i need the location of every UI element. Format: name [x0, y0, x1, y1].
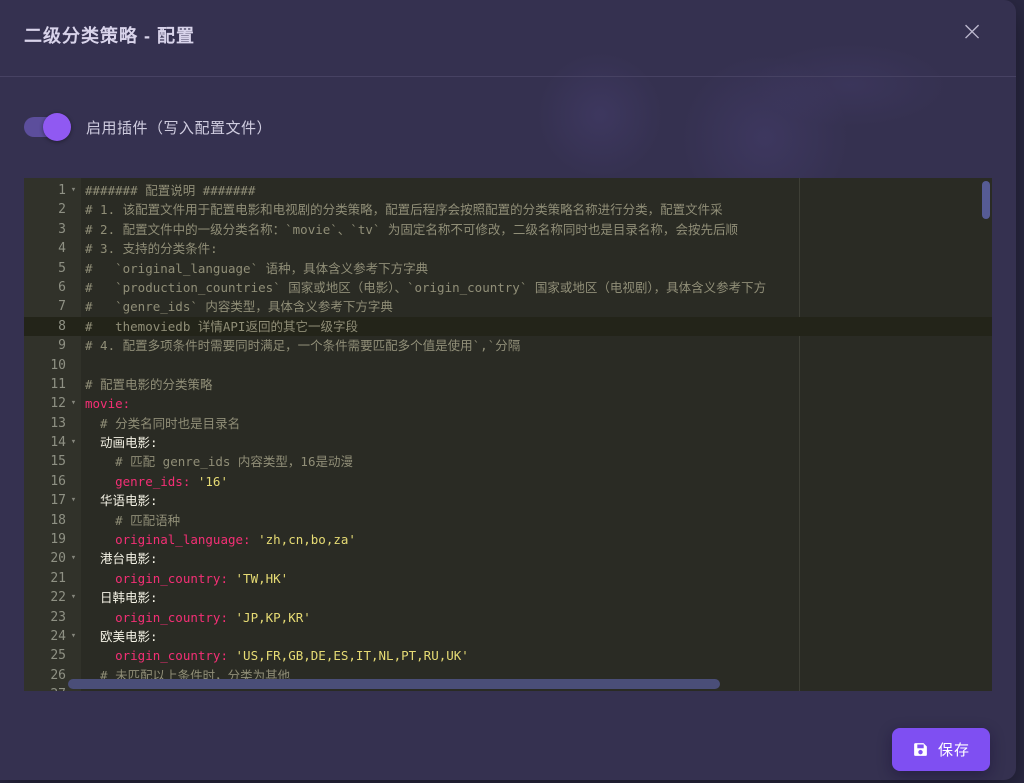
line-number: 2 [58, 202, 66, 218]
line-number: 19 [50, 532, 66, 548]
code-line[interactable]: 21 origin_country: 'TW,HK' [24, 569, 992, 588]
line-number: 23 [50, 609, 66, 625]
fold-toggle-icon[interactable]: ▾ [66, 549, 81, 568]
code-line[interactable]: 7 # `genre_ids` 内容类型，具体含义参考下方字典 [24, 297, 992, 316]
line-code: # `genre_ids` 内容类型，具体含义参考下方字典 [85, 299, 393, 315]
line-number: 5 [58, 260, 66, 276]
line-code: 港台电影: [85, 551, 158, 567]
save-button-label: 保存 [937, 742, 970, 759]
fold-toggle-icon[interactable]: ▾ [66, 491, 81, 510]
dialog-header: 二级分类策略 - 配置 × [0, 0, 1016, 77]
line-number: 11 [50, 376, 66, 392]
line-code: 动画电影: [85, 435, 158, 451]
code-line[interactable]: 23 origin_country: 'JP,KP,KR' [24, 608, 992, 627]
line-code: # themoviedb 详情API返回的其它一级字段 [85, 318, 358, 334]
code-line[interactable]: 1 ▾ ####### 配置说明 ####### [24, 181, 992, 200]
code-line[interactable]: 19 original_language: 'zh,cn,bo,za' [24, 530, 992, 549]
line-code: # 配置电影的分类策略 [85, 376, 213, 392]
line-number: 25 [50, 648, 66, 664]
line-number: 3 [58, 221, 66, 237]
code-line[interactable]: 18 # 匹配语种 [24, 511, 992, 530]
line-number: 21 [50, 570, 66, 586]
fold-toggle-icon[interactable]: ▾ [66, 588, 81, 607]
line-number: 10 [50, 357, 66, 373]
line-code: # `production_countries` 国家或地区（电影）、`orig… [85, 279, 767, 295]
line-number: 15 [50, 454, 66, 470]
toggle-thumb [43, 113, 71, 141]
line-code: origin_country: 'JP,KP,KR' [85, 609, 311, 625]
code-line[interactable]: 16 genre_ids: '16' [24, 472, 992, 491]
save-icon [912, 741, 929, 758]
code-line[interactable]: 12 ▾ movie: [24, 394, 992, 413]
code-line[interactable]: 14 ▾ 动画电影: [24, 433, 992, 452]
code-line[interactable]: 3 # 2. 配置文件中的一级分类名称：`movie`、`tv` 为固定名称不可… [24, 220, 992, 239]
line-number: 7 [58, 299, 66, 315]
line-number: 26 [50, 667, 66, 683]
line-number: 9 [58, 338, 66, 354]
line-code: # 匹配 genre_ids 内容类型，16是动漫 [85, 454, 353, 470]
line-number: 17 [50, 493, 66, 509]
yaml-editor[interactable]: 1 ▾ ####### 配置说明 ####### 2 # 1. 该配置文件用于配置… [24, 178, 992, 691]
fold-toggle-icon[interactable]: ▾ [66, 394, 81, 413]
code-line[interactable]: 4 # 3. 支持的分类条件: [24, 239, 992, 258]
line-number: 16 [50, 473, 66, 489]
code-line[interactable]: 20 ▾ 港台电影: [24, 549, 992, 568]
fold-toggle-icon[interactable]: ▾ [66, 181, 81, 200]
dialog-title: 二级分类策略 - 配置 [24, 26, 195, 46]
line-code: # 1. 该配置文件用于配置电影和电视剧的分类策略，配置后程序会按照配置的分类策… [85, 202, 723, 218]
code-line[interactable]: 13 # 分类名同时也是目录名 [24, 414, 992, 433]
line-number: 14 [50, 435, 66, 451]
line-number: 27 [24, 685, 66, 691]
plugin-toggle-label: 启用插件（写入配置文件） [86, 119, 273, 137]
line-code: original_language: 'zh,cn,bo,za' [85, 532, 356, 548]
line-number: 4 [58, 241, 66, 257]
line-code: # 3. 支持的分类条件: [85, 241, 218, 257]
line-code: # 4. 配置多项条件时需要同时满足，一个条件需要匹配多个值是使用`,`分隔 [85, 338, 521, 354]
line-number: 8 [58, 318, 66, 334]
line-code: ####### 配置说明 ####### [85, 183, 256, 198]
code-line[interactable]: 11 # 配置电影的分类策略 [24, 375, 992, 394]
code-line[interactable]: 2 # 1. 该配置文件用于配置电影和电视剧的分类策略，配置后程序会按照配置的分… [24, 200, 992, 219]
line-code: # 2. 配置文件中的一级分类名称：`movie`、`tv` 为固定名称不可修改… [85, 221, 738, 237]
line-number: 20 [50, 551, 66, 567]
line-code: genre_ids: '16' [85, 473, 228, 489]
horizontal-scrollbar[interactable] [68, 679, 720, 689]
code-line[interactable]: 6 # `production_countries` 国家或地区（电影）、`or… [24, 278, 992, 297]
line-number: 22 [50, 590, 66, 606]
vertical-scrollbar[interactable] [982, 181, 990, 219]
code-line[interactable]: 17 ▾ 华语电影: [24, 491, 992, 510]
fold-toggle-icon[interactable]: ▾ [66, 627, 81, 646]
line-number: 18 [50, 512, 66, 528]
line-code: origin_country: 'US,FR,GB,DE,ES,IT,NL,PT… [85, 648, 469, 664]
line-code: 华语电影: [85, 493, 158, 509]
plugin-toggle[interactable] [24, 113, 71, 141]
fold-toggle-icon[interactable]: ▾ [66, 433, 81, 452]
line-code: # `original_language` 语种，具体含义参考下方字典 [85, 260, 429, 276]
code-line[interactable]: 15 # 匹配 genre_ids 内容类型，16是动漫 [24, 452, 992, 471]
editor-lines: 1 ▾ ####### 配置说明 ####### 2 # 1. 该配置文件用于配置… [24, 181, 992, 691]
line-number: 12 [50, 396, 66, 412]
code-line[interactable]: 25 origin_country: 'US,FR,GB,DE,ES,IT,NL… [24, 646, 992, 665]
enable-plugin-row: 启用插件（写入配置文件） [24, 113, 272, 141]
line-number: 1 [58, 183, 66, 198]
line-code: 欧美电影: [85, 628, 158, 644]
code-line[interactable]: 5 # `original_language` 语种，具体含义参考下方字典 [24, 259, 992, 278]
code-line[interactable]: 22 ▾ 日韩电影: [24, 588, 992, 607]
line-number: 13 [50, 415, 66, 431]
line-code: # 分类名同时也是目录名 [85, 415, 241, 431]
config-dialog: 二级分类策略 - 配置 × 启用插件（写入配置文件） 1 ▾ ####### 配置… [0, 0, 1016, 780]
save-button[interactable]: 保存 [891, 728, 990, 771]
line-number: 6 [58, 279, 66, 295]
line-number: 24 [50, 628, 66, 644]
code-line[interactable]: 9 # 4. 配置多项条件时需要同时满足，一个条件需要匹配多个值是使用`,`分隔 [24, 336, 992, 355]
code-line[interactable]: 24 ▾ 欧美电影: [24, 627, 992, 646]
line-code: # 匹配语种 [85, 512, 181, 528]
code-line[interactable]: 10 [24, 356, 992, 375]
line-code: movie: [85, 396, 131, 412]
line-code: origin_country: 'TW,HK' [85, 570, 289, 586]
line-code: 日韩电影: [85, 590, 158, 606]
close-icon[interactable]: × [956, 16, 988, 48]
code-line[interactable]: 8 # themoviedb 详情API返回的其它一级字段 [24, 316, 992, 337]
